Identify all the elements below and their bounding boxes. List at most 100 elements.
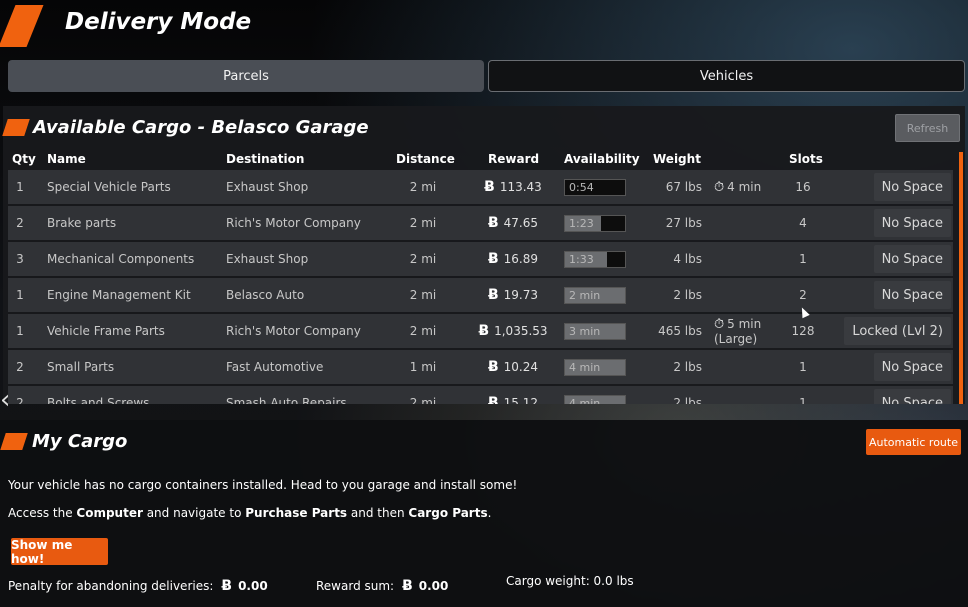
- table-row[interactable]: 1 Engine Management Kit Belasco Auto 2 mi Ƀ 1…: [8, 278, 953, 312]
- table-row[interactable]: 3 Mechanical Components Exhaust Shop 2 mi Ƀ 1…: [8, 242, 953, 276]
- reward-value: 19.73: [503, 288, 539, 302]
- cargo-slots: 16: [795, 180, 811, 194]
- cargo-name: Special Vehicle Parts: [47, 180, 171, 194]
- currency-icon: Ƀ: [221, 578, 233, 594]
- reward-value: 113.43: [499, 180, 542, 194]
- mode-logo-icon: [0, 5, 44, 47]
- cargo-distance: 1 mi: [409, 360, 437, 374]
- currency-icon: Ƀ: [478, 323, 490, 339]
- cargo-destination: Exhaust Shop: [226, 252, 309, 266]
- cargo-qty: 2: [16, 216, 24, 230]
- available-cargo-title: Available Cargo - Belasco Garage: [33, 117, 369, 138]
- cargo-availability: 1:33: [564, 242, 634, 276]
- col-destination: Destination: [226, 152, 305, 166]
- timer-subtext: (Large): [714, 331, 758, 346]
- cargo-destination: Exhaust Shop: [226, 180, 309, 194]
- cargo-status-button[interactable]: No Space: [873, 173, 951, 201]
- table-row[interactable]: 2 Bolts and Screws Smash Auto Repairs 2 mi Ƀ…: [8, 386, 953, 404]
- cargo-availability: 4 min: [564, 350, 634, 384]
- cargo-weight: 465 lbs: [658, 324, 702, 338]
- timer-text: 4 min: [727, 179, 762, 194]
- col-reward: Reward: [488, 152, 540, 166]
- tab-parcels[interactable]: Parcels: [8, 60, 484, 92]
- cargo-status-button[interactable]: No Space: [873, 389, 951, 404]
- table-row[interactable]: 1 Special Vehicle Parts Exhaust Shop 2 mi Ƀ 1…: [8, 170, 953, 204]
- section-marker-icon: [2, 119, 30, 136]
- availability-text: 4 min: [569, 360, 601, 374]
- availability-bar: 2 min: [564, 286, 626, 304]
- table-row[interactable]: 2 Small Parts Fast Automotive 1 mi Ƀ 10.24 4 m…: [8, 350, 953, 384]
- cargo-slots: 4: [799, 216, 807, 230]
- penalty-readout: Penalty for abandoning deliveries: Ƀ 0.0…: [8, 578, 268, 594]
- cargo-name: Mechanical Components: [47, 252, 195, 266]
- cargo-qty: 1: [16, 288, 24, 302]
- cargo-slots: 1: [799, 360, 807, 374]
- cargo-distance: 2 mi: [409, 180, 437, 194]
- col-availability: Availability: [564, 152, 640, 166]
- cargo-availability: 1:23: [564, 206, 634, 240]
- cargo-weight: 27 lbs: [665, 216, 702, 230]
- availability-text: 3 min: [569, 324, 601, 338]
- section-marker-icon: [0, 433, 28, 450]
- reward-value: 47.65: [503, 216, 539, 230]
- table-row[interactable]: 2 Brake parts Rich's Motor Company 2 mi Ƀ 47.…: [8, 206, 953, 240]
- cargo-status-button[interactable]: No Space: [873, 245, 951, 273]
- my-cargo-panel: My Cargo Automatic route Your vehicle ha…: [0, 420, 968, 607]
- show-me-how-button[interactable]: Show me how!: [11, 538, 108, 566]
- cargo-destination: Rich's Motor Company: [226, 324, 361, 338]
- refresh-button[interactable]: Refresh: [895, 114, 960, 142]
- cargo-slots: 1: [799, 252, 807, 266]
- reward-value: 10.24: [503, 360, 539, 374]
- cargo-availability: 2 min: [564, 278, 634, 312]
- cargo-distance: 2 mi: [409, 288, 437, 302]
- cargo-status-button[interactable]: No Space: [873, 353, 951, 381]
- page-title: Delivery Mode: [65, 9, 252, 35]
- cargo-qty: 2: [16, 360, 24, 374]
- cargo-weight: 2 lbs: [673, 288, 702, 302]
- currency-icon: Ƀ: [487, 359, 499, 375]
- cargo-status-button[interactable]: No Space: [873, 281, 951, 309]
- mode-tabs: Parcels Vehicles: [8, 60, 965, 92]
- table-row[interactable]: 1 Vehicle Frame Parts Rich's Motor Company…: [8, 314, 953, 348]
- table-header: Qty Name Destination Distance Reward Ava…: [8, 152, 953, 170]
- cargo-reward: Ƀ 19.73: [463, 278, 563, 312]
- col-weight: Weight: [653, 152, 701, 166]
- col-name: Name: [47, 152, 86, 166]
- cargo-weight: 67 lbs: [665, 180, 702, 194]
- availability-bar: 1:33: [564, 250, 626, 268]
- cargo-reward: Ƀ 16.89: [463, 242, 563, 276]
- col-qty: Qty: [12, 152, 36, 166]
- cargo-status-button[interactable]: Locked (Lvl 2): [844, 317, 951, 345]
- tab-vehicles[interactable]: Vehicles: [488, 60, 965, 92]
- cargo-list: 1 Special Vehicle Parts Exhaust Shop 2 mi Ƀ 1…: [8, 170, 953, 404]
- availability-text: 1:33: [569, 252, 594, 266]
- cargo-status-button[interactable]: No Space: [873, 209, 951, 237]
- cargo-reward: Ƀ 47.65: [463, 206, 563, 240]
- col-distance: Distance: [396, 152, 455, 166]
- cargo-slots: 1: [799, 396, 807, 404]
- col-slots: Slots: [789, 152, 823, 166]
- chevron-left-icon[interactable]: ‹: [0, 386, 16, 416]
- cargo-weight: 2 lbs: [673, 396, 702, 404]
- availability-bar: 4 min: [564, 394, 626, 404]
- reward-value: 16.89: [503, 252, 539, 266]
- cargo-scrollbar[interactable]: [959, 152, 963, 404]
- automatic-route-button[interactable]: Automatic route: [866, 429, 961, 455]
- stopwatch-icon: ⏱: [714, 179, 725, 195]
- cargo-destination: Rich's Motor Company: [226, 216, 361, 230]
- availability-bar: 0:54: [564, 178, 626, 196]
- cargo-name: Small Parts: [47, 360, 115, 374]
- instructions-message: Access the Computer and navigate to Purc…: [8, 506, 492, 520]
- my-cargo-title: My Cargo: [32, 431, 128, 452]
- availability-bar: 4 min: [564, 358, 626, 376]
- cargo-destination: Fast Automotive: [226, 360, 324, 374]
- cargo-distance: 2 mi: [409, 324, 437, 338]
- availability-bar: 1:23: [564, 214, 626, 232]
- availability-text: 0:54: [569, 180, 594, 194]
- cargo-weight: 2 lbs: [673, 360, 702, 374]
- cargo-destination: Belasco Auto: [226, 288, 305, 302]
- currency-icon: Ƀ: [402, 578, 413, 594]
- no-containers-message: Your vehicle has no cargo containers ins…: [8, 478, 518, 492]
- cargo-reward: Ƀ 15.12: [463, 386, 563, 404]
- cargo-weight-readout: Cargo weight: 0.0 lbs: [506, 574, 634, 588]
